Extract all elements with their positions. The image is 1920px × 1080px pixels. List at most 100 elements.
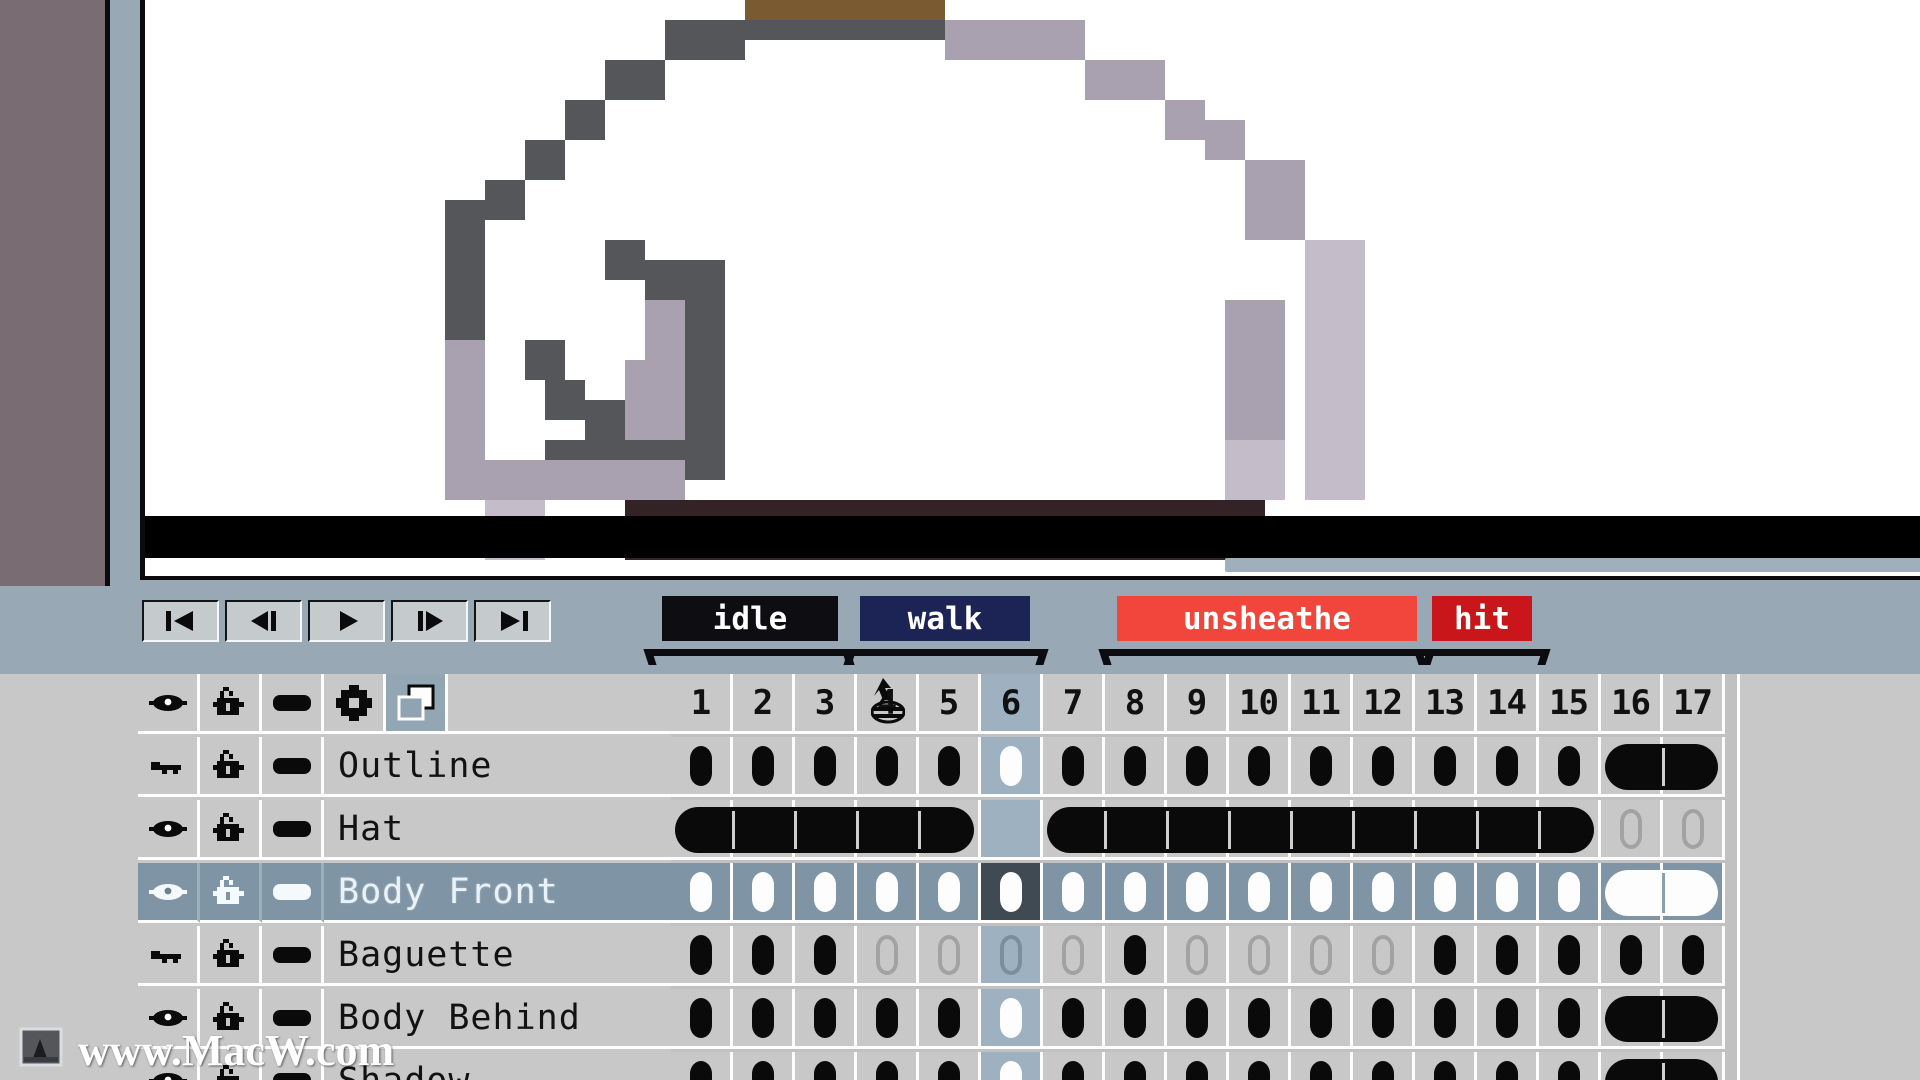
frame-number-cell[interactable]: 16 bbox=[1601, 674, 1663, 734]
continuous-icon[interactable] bbox=[262, 926, 324, 986]
frame-cell[interactable] bbox=[1167, 1052, 1229, 1080]
frame-cell[interactable] bbox=[795, 800, 857, 860]
frame-cell[interactable] bbox=[1601, 737, 1663, 797]
eye-icon[interactable] bbox=[138, 1052, 200, 1080]
frame-cell[interactable] bbox=[671, 800, 733, 860]
frame-cell[interactable] bbox=[919, 863, 981, 923]
frame-cell[interactable] bbox=[857, 800, 919, 860]
frame-cell[interactable] bbox=[1353, 926, 1415, 986]
frame-cell[interactable] bbox=[1415, 1052, 1477, 1080]
frame-cell[interactable] bbox=[1477, 1052, 1539, 1080]
frame-number-cell[interactable]: 15 bbox=[1539, 674, 1601, 734]
frame-cell[interactable] bbox=[981, 863, 1043, 923]
frame-cell[interactable] bbox=[857, 863, 919, 923]
frame-number-cell[interactable]: 6 bbox=[981, 674, 1043, 734]
frame-cell[interactable] bbox=[1043, 926, 1105, 986]
frame-cell[interactable] bbox=[733, 1052, 795, 1080]
frame-cell[interactable] bbox=[733, 926, 795, 986]
eye-icon[interactable] bbox=[138, 989, 200, 1049]
continuous-icon[interactable] bbox=[262, 863, 324, 923]
frame-cell[interactable] bbox=[1663, 800, 1725, 860]
frame-number-cell[interactable]: 10 bbox=[1229, 674, 1291, 734]
frame-cell[interactable] bbox=[1229, 989, 1291, 1049]
frame-cell[interactable] bbox=[1415, 800, 1477, 860]
frame-cell[interactable] bbox=[981, 737, 1043, 797]
frame-number-cell[interactable]: 1 bbox=[671, 674, 733, 734]
frame-cell[interactable] bbox=[1601, 926, 1663, 986]
frame-cell[interactable] bbox=[1105, 1052, 1167, 1080]
frame-cell[interactable] bbox=[1539, 926, 1601, 986]
frame-cell[interactable] bbox=[733, 800, 795, 860]
frame-cell[interactable] bbox=[1663, 1052, 1725, 1080]
frame-cell[interactable] bbox=[1663, 863, 1725, 923]
eye-icon[interactable] bbox=[138, 863, 200, 923]
frame-cell[interactable] bbox=[1539, 1052, 1601, 1080]
layer-name[interactable]: Body Behind bbox=[324, 989, 671, 1049]
frame-cell[interactable] bbox=[1353, 863, 1415, 923]
frame-cell[interactable] bbox=[1477, 737, 1539, 797]
frame-cell[interactable] bbox=[919, 800, 981, 860]
layer-name[interactable]: Baguette bbox=[324, 926, 671, 986]
frame-number-cell[interactable]: 14 bbox=[1477, 674, 1539, 734]
frame-cell[interactable] bbox=[1105, 989, 1167, 1049]
frame-cell[interactable] bbox=[1167, 737, 1229, 797]
frame-cell[interactable] bbox=[795, 926, 857, 986]
canvas-horizontal-scrollbar[interactable] bbox=[1225, 558, 1920, 572]
frame-cell[interactable] bbox=[1477, 926, 1539, 986]
frame-cell[interactable] bbox=[857, 989, 919, 1049]
frame-cell[interactable] bbox=[1663, 926, 1725, 986]
frame-cell[interactable] bbox=[857, 1052, 919, 1080]
padlock-icon[interactable] bbox=[200, 737, 262, 797]
frame-cell[interactable] bbox=[919, 989, 981, 1049]
animation-tag[interactable]: walk bbox=[860, 596, 1030, 641]
layer-name[interactable]: Outline bbox=[324, 737, 671, 797]
continuous-icon[interactable] bbox=[262, 737, 324, 797]
frame-number-cell[interactable]: 5 bbox=[919, 674, 981, 734]
frame-cell[interactable] bbox=[1105, 863, 1167, 923]
animation-tag[interactable]: hit bbox=[1432, 596, 1532, 641]
frame-cell[interactable] bbox=[1601, 800, 1663, 860]
frame-cell[interactable] bbox=[1043, 800, 1105, 860]
frame-cell[interactable] bbox=[1105, 737, 1167, 797]
animation-tag[interactable]: idle bbox=[662, 596, 838, 641]
frame-cell[interactable] bbox=[1043, 863, 1105, 923]
frame-cell[interactable] bbox=[671, 989, 733, 1049]
padlock-icon[interactable] bbox=[200, 674, 262, 734]
continuous-icon[interactable] bbox=[262, 1052, 324, 1080]
frame-cell[interactable] bbox=[1539, 737, 1601, 797]
frame-cell[interactable] bbox=[1291, 926, 1353, 986]
padlock-icon[interactable] bbox=[200, 989, 262, 1049]
frame-cell[interactable] bbox=[1415, 863, 1477, 923]
frame-cell[interactable] bbox=[1539, 800, 1601, 860]
onion-skin-icon[interactable] bbox=[386, 674, 448, 734]
frame-cell[interactable] bbox=[733, 989, 795, 1049]
frame-number-cell[interactable]: 17 bbox=[1663, 674, 1725, 734]
layer-row[interactable]: Shadow bbox=[138, 1052, 671, 1080]
frame-cell[interactable] bbox=[795, 737, 857, 797]
frame-cell[interactable] bbox=[733, 863, 795, 923]
frame-cell[interactable] bbox=[1601, 1052, 1663, 1080]
frame-cell[interactable] bbox=[1415, 989, 1477, 1049]
frame-cell[interactable] bbox=[1229, 737, 1291, 797]
padlock-icon[interactable] bbox=[200, 1052, 262, 1080]
padlock-icon[interactable] bbox=[200, 926, 262, 986]
frame-cell[interactable] bbox=[1415, 926, 1477, 986]
frame-number-cell[interactable]: 12 bbox=[1353, 674, 1415, 734]
frame-cell[interactable] bbox=[1353, 800, 1415, 860]
frame-cell[interactable] bbox=[919, 926, 981, 986]
frame-number-cell[interactable]: 8 bbox=[1105, 674, 1167, 734]
eye-icon[interactable] bbox=[138, 737, 200, 797]
frame-number-cell[interactable]: 3 bbox=[795, 674, 857, 734]
layer-row[interactable]: Outline bbox=[138, 737, 671, 801]
padlock-icon[interactable] bbox=[200, 800, 262, 860]
frame-cell[interactable] bbox=[1167, 800, 1229, 860]
frame-cell[interactable] bbox=[1601, 863, 1663, 923]
frame-cell[interactable] bbox=[981, 926, 1043, 986]
layer-name[interactable]: Body Front bbox=[324, 863, 671, 923]
frame-cell[interactable] bbox=[1291, 989, 1353, 1049]
frame-cell[interactable] bbox=[1291, 863, 1353, 923]
frame-cell[interactable] bbox=[1043, 1052, 1105, 1080]
layer-name[interactable]: Hat bbox=[324, 800, 671, 860]
frame-cell[interactable] bbox=[1291, 800, 1353, 860]
eye-icon[interactable] bbox=[138, 674, 200, 734]
